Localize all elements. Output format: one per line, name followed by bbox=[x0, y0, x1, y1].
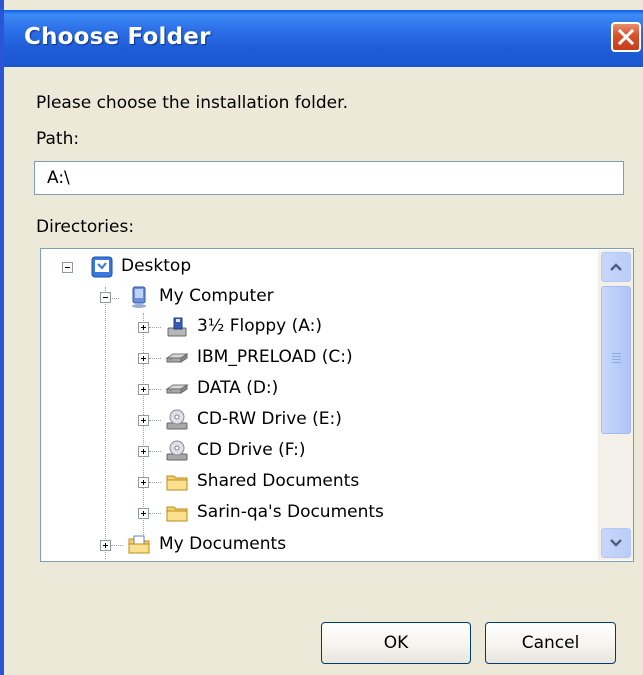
tree-item-my-documents[interactable]: My Documents bbox=[41, 530, 591, 560]
tree-item-label: 3½ Floppy (A:) bbox=[197, 316, 322, 336]
window-title: Choose Folder bbox=[24, 24, 211, 50]
tree-item-label: IBM_PRELOAD (C:) bbox=[197, 347, 353, 367]
cd-drive-icon bbox=[166, 409, 188, 430]
tree-item-cd-rw[interactable]: CD-RW Drive (E:) bbox=[41, 405, 591, 435]
desktop-icon bbox=[91, 256, 113, 278]
computer-icon bbox=[132, 286, 146, 308]
tree-item-ibm-preload[interactable]: IBM_PRELOAD (C:) bbox=[41, 343, 591, 373]
tree-item-label: Sarin-qa's Documents bbox=[197, 502, 384, 522]
thumb-grip bbox=[612, 356, 621, 357]
tree-connector bbox=[149, 358, 161, 360]
collapse-toggle[interactable] bbox=[62, 262, 73, 273]
instruction-text: Please choose the installation folder. bbox=[36, 93, 348, 113]
tree-item-label: My Documents bbox=[159, 534, 287, 554]
chevron-down-icon bbox=[610, 539, 622, 547]
tree-connector bbox=[149, 482, 161, 484]
folder-icon bbox=[166, 475, 188, 491]
tree-connector bbox=[149, 420, 161, 422]
scroll-thumb[interactable] bbox=[601, 286, 631, 434]
tree-item-my-computer[interactable]: My Computer bbox=[41, 282, 591, 312]
scroll-up-button[interactable] bbox=[601, 252, 631, 282]
path-label: Path: bbox=[36, 129, 80, 149]
floppy-drive-icon bbox=[167, 317, 187, 337]
directories-label: Directories: bbox=[36, 217, 135, 237]
tree-item-sarin-qa-documents[interactable]: Sarin-qa's Documents bbox=[41, 498, 591, 528]
cd-drive-icon bbox=[166, 440, 188, 461]
tree-item-shared-documents[interactable]: Shared Documents bbox=[41, 467, 591, 497]
thumb-grip bbox=[612, 353, 621, 354]
tree-connector bbox=[149, 451, 161, 453]
expand-toggle[interactable] bbox=[100, 540, 111, 551]
thumb-grip bbox=[612, 359, 621, 360]
tree-item-floppy[interactable]: 3½ Floppy (A:) bbox=[41, 312, 591, 342]
tree-item-label: CD-RW Drive (E:) bbox=[197, 409, 342, 429]
choose-folder-dialog: Choose Folder Please choose the installa… bbox=[0, 0, 643, 675]
hard-drive-icon bbox=[165, 384, 189, 394]
my-documents-icon bbox=[128, 535, 150, 554]
close-icon bbox=[617, 28, 635, 46]
title-bar[interactable]: Choose Folder bbox=[4, 10, 643, 67]
expand-toggle[interactable] bbox=[138, 353, 149, 364]
tree-connector bbox=[149, 389, 161, 391]
expand-toggle[interactable] bbox=[138, 477, 149, 488]
dialog-body: Please choose the installation folder. P… bbox=[4, 67, 643, 675]
tree-connector bbox=[149, 513, 161, 515]
collapse-toggle[interactable] bbox=[100, 292, 111, 303]
tree-vertical-scrollbar[interactable] bbox=[598, 250, 633, 560]
tree-item-label: Shared Documents bbox=[197, 471, 360, 491]
tree-item-label: DATA (D:) bbox=[197, 378, 279, 398]
expand-toggle[interactable] bbox=[138, 384, 149, 395]
ok-button[interactable]: OK bbox=[321, 622, 471, 664]
expand-toggle[interactable] bbox=[138, 446, 149, 457]
tree-item-label: My Computer bbox=[159, 286, 274, 306]
tree-connector bbox=[111, 545, 123, 547]
tree-item-cd-drive[interactable]: CD Drive (F:) bbox=[41, 436, 591, 466]
expand-toggle[interactable] bbox=[138, 508, 149, 519]
close-button[interactable] bbox=[611, 22, 641, 52]
expand-toggle[interactable] bbox=[138, 415, 149, 426]
tree-item-label: Desktop bbox=[121, 256, 192, 276]
expand-toggle[interactable] bbox=[138, 322, 149, 333]
hard-drive-icon bbox=[165, 353, 189, 363]
cancel-button[interactable]: Cancel bbox=[485, 622, 616, 664]
tree-item-label: CD Drive (F:) bbox=[197, 440, 306, 460]
folder-icon bbox=[166, 506, 188, 522]
tree-item-desktop[interactable]: Desktop bbox=[41, 252, 591, 282]
tree-item-data[interactable]: DATA (D:) bbox=[41, 374, 591, 404]
chevron-up-icon bbox=[610, 263, 622, 271]
tree-connector bbox=[149, 327, 161, 329]
directory-tree[interactable]: Desktop My Computer 3½ Floppy (A:) IBM_P… bbox=[40, 248, 634, 562]
scroll-down-button[interactable] bbox=[601, 528, 631, 558]
path-input[interactable] bbox=[34, 161, 624, 195]
thumb-grip bbox=[612, 362, 621, 363]
